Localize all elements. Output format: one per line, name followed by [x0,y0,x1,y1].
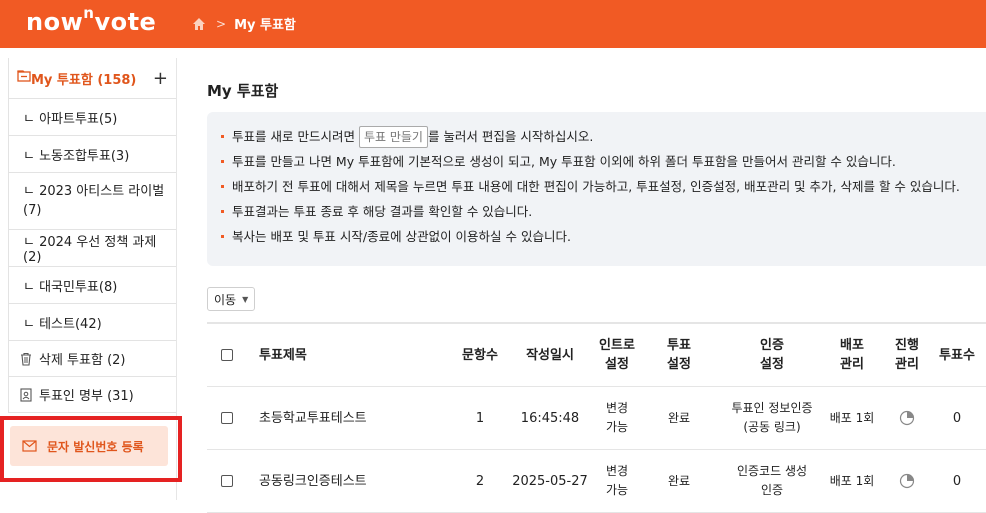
home-icon[interactable] [192,17,206,31]
sidebar-folder-item[interactable]: ㄴ 노동조합투표(3) [8,136,176,173]
trash-icon [19,352,33,366]
progress-manage-button[interactable] [887,387,927,449]
pie-chart-icon [899,473,915,489]
auth-setting-link[interactable]: 인증코드 생성 인증 [713,450,831,512]
col-questions: 문항수 [462,347,498,363]
page-title: My 투표함 [207,82,279,100]
pie-chart-icon [899,410,915,426]
sidebar-folder-item[interactable]: ㄴ 2024 우선 정책 과제(2) [8,230,176,267]
add-folder-icon[interactable]: + [153,68,168,89]
sidebar-folder-item[interactable]: ㄴ 2023 아티스트 라이벌 (7) [8,173,176,230]
distribution-link[interactable]: 배포 1회 [827,387,877,449]
move-select[interactable]: 이동 ▼ [207,287,256,311]
sms-highlight-box: 문자 발신번호 등록 [0,416,182,482]
info-line: 배포하기 전 투표에 대해서 제목을 누르면 투표 내용에 대한 편집이 가능하… [221,174,986,199]
info-line: 투표를 만들고 나면 My 투표함에 기본적으로 생성이 되고, My 투표함 … [221,149,986,174]
vote-table: 투표제목 문항수 작성일시 인트로 설정 투표 설정 인증 설정 배포 관리 진행 관리 … [207,322,986,513]
progress-manage-button[interactable] [887,450,927,512]
breadcrumb-current: My 투표함 [234,18,296,33]
col-progress: 진행 관리 [895,338,919,372]
info-line: 복사는 배포 및 투표 시작/종료에 상관없이 이용하실 수 있습니다. [221,224,986,249]
vote-title-link[interactable]: 초등학교투표테스트 [259,387,449,449]
table-row: 공동링크인증테스트 2 2025-05-27 변경 가능 완료 인증코드 생성 인증… [207,450,986,513]
col-vote-settings: 투표 설정 [667,338,691,372]
col-created: 작성일시 [526,347,574,363]
auth-setting-link[interactable]: 투표인 정보인증 (공동 링크) [713,387,831,449]
sidebar-my-votebox[interactable]: My 투표함 (158) + [8,58,176,99]
row-checkbox[interactable] [221,475,233,487]
vote-setting-link[interactable]: 완료 [655,450,703,512]
table-header-row: 투표제목 문항수 작성일시 인트로 설정 투표 설정 인증 설정 배포 관리 진행 관리 … [207,324,986,387]
folder-icon [17,69,31,87]
question-count: 2 [475,473,485,489]
sidebar-title: My 투표함 (158) [31,72,137,88]
breadcrumb-separator-icon: > [216,16,227,31]
sidebar-folder-item[interactable]: ㄴ 테스트(42) [8,304,176,341]
dropdown-arrow-icon: ▼ [242,294,249,304]
select-all-checkbox[interactable] [221,349,233,361]
vote-count: 0 [952,473,962,489]
distribution-link[interactable]: 배포 1회 [827,450,877,512]
create-vote-hint-button[interactable]: 투표 만들기 [358,126,428,148]
intro-setting-link[interactable]: 변경 가능 [593,450,641,512]
col-vote-count: 투표수 [939,347,975,363]
col-title: 투표제목 [259,347,307,363]
table-row: 초등학교투표테스트 1 16:45:48 변경 가능 완료 투표인 정보인증 (공동… [207,387,986,450]
col-distribution: 배포 관리 [840,338,864,372]
sms-sender-register-button[interactable]: 문자 발신번호 등록 [10,426,168,466]
col-auth: 인증 설정 [760,338,784,372]
contact-book-icon [19,387,33,402]
sidebar-trash[interactable]: 삭제 투표함 (2) [8,341,176,377]
intro-setting-link[interactable]: 변경 가능 [593,387,641,449]
created-date: 2025-05-27 [512,473,588,489]
vote-count: 0 [952,410,962,426]
info-box: 투표를 새로 만드시려면 투표 만들기 를 눌러서 편집을 시작하십시오. 투표를… [207,112,986,266]
question-count: 1 [475,410,485,426]
sidebar-folder-item[interactable]: ㄴ 아파트투표(5) [8,99,176,136]
sidebar-folder-item[interactable]: ㄴ 대국민투표(8) [8,267,176,304]
logo[interactable]: nownvote [26,4,156,36]
info-line: 투표결과는 투표 종료 후 해당 결과를 확인할 수 있습니다. [221,199,986,224]
mail-icon [22,440,37,452]
sidebar-voter-list[interactable]: 투표인 명부 (31) [8,377,176,413]
top-header: nownvote > My 투표함 [0,0,986,48]
vote-title-link[interactable]: 공동링크인증테스트 [259,450,449,512]
info-line: 투표를 새로 만드시려면 투표 만들기 를 눌러서 편집을 시작하십시오. [221,124,986,149]
created-date: 16:45:48 [520,410,580,426]
breadcrumb: > My 투표함 [192,14,296,33]
row-checkbox[interactable] [221,412,233,424]
vote-setting-link[interactable]: 완료 [655,387,703,449]
col-intro: 인트로 설정 [599,338,635,372]
